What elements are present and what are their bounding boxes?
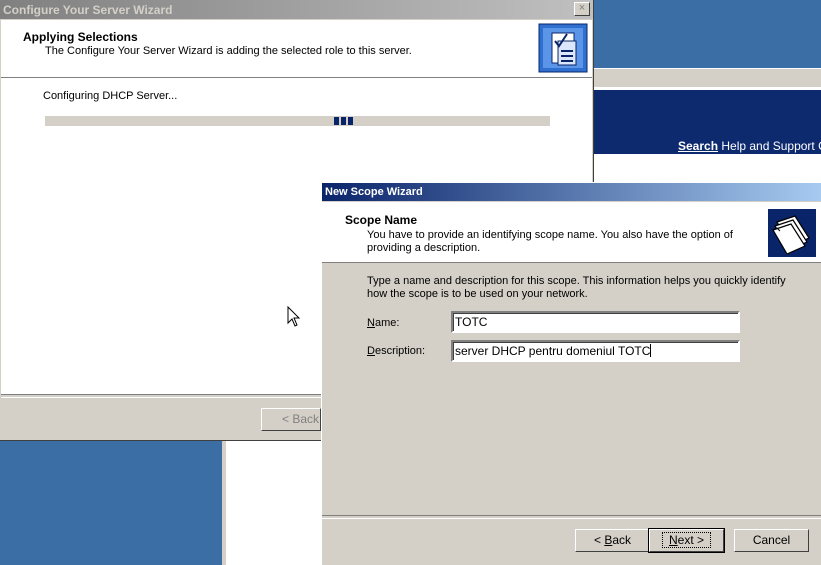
name-field[interactable]: TOTC bbox=[451, 311, 740, 333]
description-label: Description: bbox=[367, 345, 426, 357]
progress-bar bbox=[45, 116, 550, 126]
instructions-text: Type a name and description for this sco… bbox=[367, 275, 786, 300]
progress-block bbox=[334, 117, 339, 125]
back-button: < Back bbox=[261, 408, 321, 431]
page-title: Scope Name bbox=[345, 213, 418, 227]
folders-icon bbox=[768, 209, 816, 257]
help-and-support-window: Search Help and Support Ce bbox=[594, 68, 821, 188]
page-subtitle: The Configure Your Server Wizard is addi… bbox=[45, 45, 412, 57]
scope-wizard-titlebar[interactable]: New Scope Wizard bbox=[322, 183, 821, 201]
help-search-label[interactable]: Search Help and Support Ce bbox=[678, 139, 821, 153]
background-window-panel bbox=[222, 441, 332, 565]
cancel-button[interactable]: Cancel bbox=[734, 529, 809, 552]
window-title: New Scope Wizard bbox=[325, 186, 423, 198]
server-wizard-icon bbox=[538, 23, 588, 73]
description-field[interactable]: server DHCP pentru domeniul TOTC bbox=[451, 340, 740, 362]
page-title: Applying Selections bbox=[23, 30, 138, 44]
text-caret bbox=[650, 344, 652, 357]
help-window-banner: Search Help and Support Ce bbox=[594, 90, 821, 154]
wizard-header: Scope Name You have to provide an identi… bbox=[322, 202, 821, 263]
mouse-pointer-icon bbox=[287, 306, 301, 327]
status-text: Configuring DHCP Server... bbox=[43, 90, 178, 102]
new-scope-wizard-window: New Scope Wizard Scope Name You have to … bbox=[321, 182, 821, 565]
wizard-header: Applying Selections The Configure Your S… bbox=[1, 20, 592, 78]
help-window-titlebar bbox=[594, 68, 821, 87]
background-window-edge bbox=[222, 441, 226, 565]
back-button[interactable]: < Back bbox=[575, 529, 650, 552]
close-button[interactable]: × bbox=[574, 2, 590, 16]
name-label: Name: bbox=[367, 317, 400, 329]
description-value: server DHCP pentru domeniul TOTC bbox=[455, 344, 651, 358]
progress-block bbox=[348, 117, 353, 125]
next-button[interactable]: Next > bbox=[648, 528, 725, 553]
page-subtitle: You have to provide an identifying scope… bbox=[367, 229, 733, 254]
window-title: Configure Your Server Wizard bbox=[3, 3, 173, 17]
footer-divider bbox=[322, 515, 821, 519]
progress-block bbox=[341, 117, 346, 125]
configure-wizard-titlebar[interactable]: Configure Your Server Wizard × bbox=[0, 0, 593, 19]
